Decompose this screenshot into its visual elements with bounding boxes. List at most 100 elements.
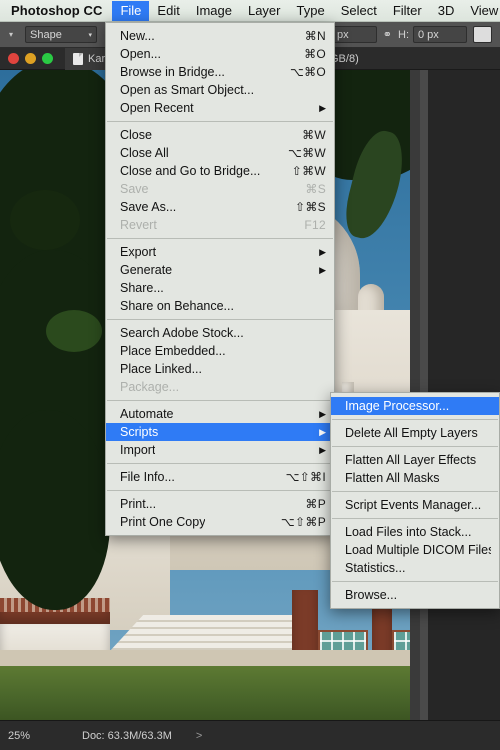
menu-item-label: Automate: [120, 407, 174, 421]
menu-item-share-on-behance[interactable]: Share on Behance...: [106, 297, 334, 315]
menu-separator: [332, 491, 498, 492]
menu-item-delete-all-empty-layers[interactable]: Delete All Empty Layers: [331, 424, 499, 442]
menu-item-search-adobe-stock[interactable]: Search Adobe Stock...: [106, 324, 334, 342]
menu-item-shortcut: ⌥⌘W: [287, 146, 326, 160]
menu-bar-item-file[interactable]: File: [112, 0, 150, 21]
menu-item-scripts[interactable]: Scripts ▶: [106, 423, 334, 441]
menu-item-label: Search Adobe Stock...: [120, 326, 244, 340]
menu-item-label: Revert: [120, 218, 157, 232]
menu-item-flatten-all-masks[interactable]: Flatten All Masks: [331, 469, 499, 487]
menu-item-shortcut: ⌘N: [304, 29, 326, 43]
menu-item-shortcut: ⇧⌘S: [295, 200, 326, 214]
menu-item-export[interactable]: Export ▶: [106, 243, 334, 261]
submenu-arrow-icon: ▶: [319, 426, 326, 437]
link-chain-icon[interactable]: ⚭: [383, 28, 392, 41]
chevron-down-icon[interactable]: ▾: [3, 30, 19, 39]
menu-item-label: Import: [120, 443, 156, 457]
menu-item-open-as-smart-object[interactable]: Open as Smart Object...: [106, 81, 334, 99]
menu-bar-item-image[interactable]: Image: [188, 1, 240, 21]
menu-item-file-info[interactable]: File Info... ⌥⇧⌘I: [106, 468, 334, 486]
tree-leaf: [46, 310, 102, 352]
menu-item-shortcut: ⇧⌘W: [291, 164, 326, 178]
menu-item-new[interactable]: New... ⌘N: [106, 27, 334, 45]
menu-item-import[interactable]: Import ▶: [106, 441, 334, 459]
status-expand-arrow[interactable]: >: [196, 730, 202, 742]
menu-item-save: Save ⌘S: [106, 180, 334, 198]
menu-item-place-embedded[interactable]: Place Embedded...: [106, 342, 334, 360]
menu-item-shortcut: ⌥⌘O: [289, 65, 326, 79]
menu-item-label: File Info...: [120, 470, 175, 484]
menu-item-label: Place Embedded...: [120, 344, 226, 358]
menu-item-script-events-manager[interactable]: Script Events Manager...: [331, 496, 499, 514]
menu-bar-item-type[interactable]: Type: [289, 1, 333, 21]
menu-item-load-files-into-stack[interactable]: Load Files into Stack...: [331, 523, 499, 541]
menu-bar-item-select[interactable]: Select: [333, 1, 385, 21]
menu-bar-items: File Edit Image Layer Type Select Filter 3D View…: [112, 0, 500, 21]
menu-bar-item-3d[interactable]: 3D: [430, 1, 463, 21]
color-swatch[interactable]: [473, 26, 492, 43]
menu-item-flatten-all-layer-effects[interactable]: Flatten All Layer Effects: [331, 451, 499, 469]
menu-item-close-all[interactable]: Close All ⌥⌘W: [106, 144, 334, 162]
menu-item-label: Script Events Manager...: [345, 498, 482, 512]
walkway: [0, 650, 420, 666]
menu-item-image-processor[interactable]: Image Processor...: [331, 397, 499, 415]
menu-separator: [332, 581, 498, 582]
menu-item-statistics[interactable]: Statistics...: [331, 559, 499, 577]
menu-bar-item-filter[interactable]: Filter: [385, 1, 430, 21]
zoom-level-field[interactable]: 25%: [8, 728, 54, 744]
menu-item-label: Close and Go to Bridge...: [120, 164, 261, 178]
menu-item-print-one-copy[interactable]: Print One Copy ⌥⇧⌘P: [106, 513, 334, 531]
document-icon: [73, 52, 83, 65]
submenu-arrow-icon: ▶: [319, 264, 326, 275]
menu-item-label: Image Processor...: [345, 399, 450, 413]
close-window-button[interactable]: [8, 53, 19, 64]
menu-item-label: Close: [120, 128, 152, 142]
menu-separator: [332, 446, 498, 447]
menu-item-label: Load Multiple DICOM Files..: [345, 543, 491, 557]
menu-item-browse-in-bridge[interactable]: Browse in Bridge... ⌥⌘O: [106, 63, 334, 81]
menu-item-share[interactable]: Share...: [106, 279, 334, 297]
menu-bar-item-view[interactable]: View: [462, 1, 500, 21]
menu-item-place-linked[interactable]: Place Linked...: [106, 360, 334, 378]
menu-item-shortcut: ⌘W: [302, 128, 326, 142]
submenu-arrow-icon: ▶: [319, 102, 326, 113]
chevron-down-icon: ▾: [88, 31, 92, 39]
menu-item-label: Open as Smart Object...: [120, 83, 255, 97]
height-label: H:: [398, 28, 409, 41]
menu-item-load-multiple-dicom-files[interactable]: Load Multiple DICOM Files..: [331, 541, 499, 559]
app-name-label: Photoshop CC: [11, 3, 103, 18]
zoom-window-button[interactable]: [42, 53, 53, 64]
menu-item-label: Print...: [120, 497, 157, 511]
shape-mode-select[interactable]: Shape ▾: [25, 26, 97, 43]
menu-item-generate[interactable]: Generate ▶: [106, 261, 334, 279]
menu-bar-item-layer[interactable]: Layer: [240, 1, 289, 21]
menu-item-close[interactable]: Close ⌘W: [106, 126, 334, 144]
lawn: [0, 666, 420, 720]
menu-item-label: Flatten All Layer Effects: [345, 453, 477, 467]
menu-item-label: Open...: [120, 47, 161, 61]
menu-item-open-recent[interactable]: Open Recent ▶: [106, 99, 334, 117]
menu-item-save-as[interactable]: Save As... ⇧⌘S: [106, 198, 334, 216]
menu-item-open[interactable]: Open... ⌘O: [106, 45, 334, 63]
menu-item-package: Package...: [106, 378, 334, 396]
window-controls: [0, 53, 53, 64]
menu-item-automate[interactable]: Automate ▶: [106, 405, 334, 423]
menu-item-label: Scripts: [120, 425, 159, 439]
tree-leaf: [10, 190, 80, 250]
height-value: 0 px: [418, 28, 439, 41]
menu-item-label: Load Files into Stack...: [345, 525, 472, 539]
menu-item-shortcut: ⌘O: [304, 47, 326, 61]
photoshop-window: Photoshop CC File Edit Image Layer Type Selec…: [0, 0, 500, 750]
menu-item-shortcut: ⌘P: [305, 497, 326, 511]
menu-item-label: Save As...: [120, 200, 177, 214]
menu-item-print[interactable]: Print... ⌘P: [106, 495, 334, 513]
menu-item-browse[interactable]: Browse...: [331, 586, 499, 604]
shape-mode-value: Shape: [30, 28, 62, 41]
height-field[interactable]: 0 px: [413, 26, 467, 43]
minimize-window-button[interactable]: [25, 53, 36, 64]
menu-item-shortcut: ⌥⇧⌘P: [280, 515, 326, 529]
menu-bar-item-edit[interactable]: Edit: [149, 1, 187, 21]
menu-item-close-and-go-to-bridge[interactable]: Close and Go to Bridge... ⇧⌘W: [106, 162, 334, 180]
menu-item-label: Print One Copy: [120, 515, 206, 529]
menu-item-label: Package...: [120, 380, 180, 394]
